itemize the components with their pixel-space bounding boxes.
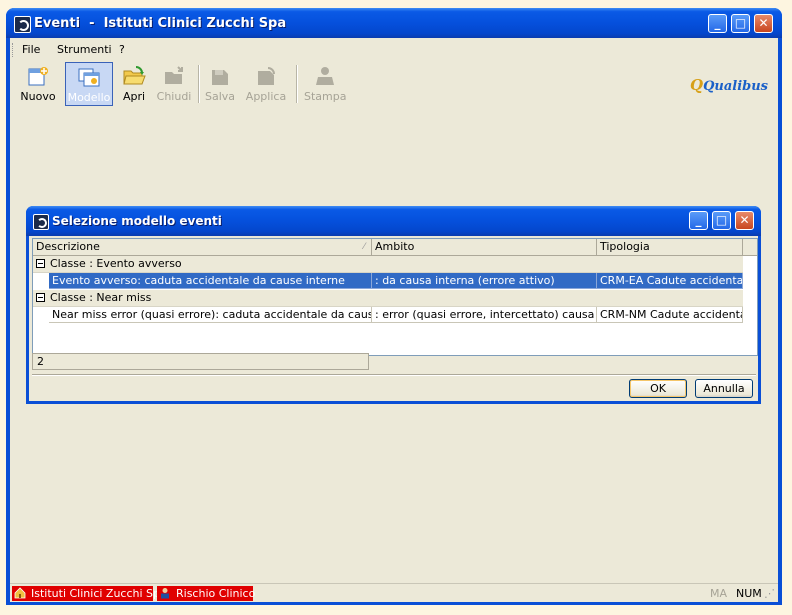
group-label: Classe : Evento avverso bbox=[50, 257, 182, 270]
toolbar-modello-button[interactable]: Modello bbox=[65, 62, 113, 106]
open-folder-icon bbox=[123, 66, 146, 85]
toolbar-applica-button[interactable]: Applica bbox=[244, 62, 288, 106]
app-icon[interactable] bbox=[14, 16, 31, 33]
resize-grip-icon[interactable]: ⋰ bbox=[764, 587, 775, 601]
group-row-evento-avverso[interactable]: Classe : Evento avverso bbox=[33, 256, 743, 273]
toolbar-stampa-label: Stampa bbox=[304, 90, 347, 103]
cell-ambito: : da causa interna (errore attivo) bbox=[372, 273, 597, 289]
close-icon: ✕ bbox=[758, 16, 769, 30]
collapse-icon[interactable] bbox=[36, 293, 45, 302]
window-title: Eventi - Istituti Clinici Zucchi Spa bbox=[34, 16, 287, 31]
user-icon bbox=[161, 588, 169, 599]
toolbar: Nuovo Modello Apri Chiudi Salva Applica … bbox=[10, 62, 778, 108]
dialog-title: Selezione modello eventi bbox=[52, 214, 222, 228]
menu-file[interactable]: File bbox=[22, 43, 40, 56]
dialog-app-icon[interactable] bbox=[33, 214, 49, 230]
save-icon bbox=[212, 70, 228, 85]
qualibus-logo: QQualibus bbox=[689, 76, 768, 94]
cell-tipologia: CRM-NM Cadute accidentali bbox=[597, 307, 743, 323]
toolbar-salva-button[interactable]: Salva bbox=[204, 62, 236, 106]
column-header-descrizione[interactable]: Descrizione ⁄ bbox=[33, 239, 372, 255]
group-row-near-miss[interactable]: Classe : Near miss bbox=[33, 290, 743, 307]
menu-help[interactable]: ? bbox=[119, 43, 125, 56]
minimize-icon: _ bbox=[695, 213, 702, 227]
maximize-button[interactable]: □ bbox=[731, 14, 750, 33]
group-label: Classe : Near miss bbox=[50, 291, 152, 304]
cell-ambito: : error (quasi errore, intercettato) cau… bbox=[372, 307, 597, 323]
table-row[interactable]: Near miss error (quasi errore): caduta a… bbox=[49, 307, 743, 323]
dialog-maximize-button[interactable]: □ bbox=[712, 211, 731, 230]
toolbar-nuovo-label: Nuovo bbox=[20, 90, 56, 103]
dialog-title-bar[interactable]: Selezione modello eventi _ □ ✕ bbox=[26, 206, 761, 236]
minimize-button[interactable]: _ bbox=[708, 14, 727, 33]
cell-tipologia: CRM-EA Cadute accidentali bbox=[597, 273, 743, 289]
main-title-bar[interactable]: Eventi - Istituti Clinici Zucchi Spa _ □… bbox=[6, 8, 782, 38]
template-icon bbox=[78, 68, 100, 87]
toolbar-apri-label: Apri bbox=[122, 90, 146, 103]
toolbar-applica-label: Applica bbox=[245, 90, 287, 103]
toolbar-separator bbox=[198, 65, 200, 103]
column-header-tipologia[interactable]: Tipologia bbox=[597, 239, 743, 255]
status-company: Istituti Clinici Zucchi Spa bbox=[12, 586, 167, 601]
new-document-icon bbox=[28, 67, 48, 86]
events-grid[interactable]: Descrizione ⁄ Ambito Tipologia Classe : E… bbox=[32, 238, 758, 356]
toolbar-salva-label: Salva bbox=[204, 90, 236, 103]
close-folder-icon bbox=[165, 66, 183, 84]
table-row[interactable]: Evento avverso: caduta accidentale da ca… bbox=[49, 273, 743, 289]
cell-descrizione: Evento avverso: caduta accidentale da ca… bbox=[49, 273, 372, 289]
close-icon: ✕ bbox=[739, 213, 750, 227]
close-button[interactable]: ✕ bbox=[754, 14, 773, 33]
toolbar-chiudi-button[interactable]: Chiudi bbox=[156, 62, 192, 106]
minimize-icon: _ bbox=[714, 16, 721, 30]
dialog-minimize-button[interactable]: _ bbox=[689, 211, 708, 230]
apply-icon bbox=[258, 67, 275, 85]
toolbar-separator bbox=[296, 65, 298, 103]
dialog-close-button[interactable]: ✕ bbox=[735, 211, 754, 230]
home-icon bbox=[14, 587, 26, 599]
status-company-text: Istituti Clinici Zucchi Spa bbox=[31, 587, 167, 600]
grid-header: Descrizione ⁄ Ambito Tipologia bbox=[33, 239, 757, 256]
toolbar-modello-label: Modello bbox=[67, 91, 111, 104]
menu-strumenti[interactable]: Strumenti bbox=[57, 43, 112, 56]
sort-icon: ⁄ bbox=[363, 242, 365, 252]
column-header-ambito[interactable]: Ambito bbox=[372, 239, 597, 255]
dialog-divider bbox=[32, 374, 756, 376]
toolbar-chiudi-label: Chiudi bbox=[156, 90, 192, 103]
status-module-text: Rischio Clinico bbox=[176, 587, 256, 600]
annulla-button[interactable]: Annulla bbox=[695, 379, 753, 398]
status-num: NUM bbox=[736, 587, 762, 600]
ok-button[interactable]: OK bbox=[629, 379, 687, 398]
toolbar-stampa-button[interactable]: Stampa bbox=[304, 62, 346, 106]
maximize-icon: □ bbox=[715, 213, 728, 227]
collapse-icon[interactable] bbox=[36, 259, 45, 268]
menu-grip bbox=[12, 43, 16, 57]
selection-dialog: Selezione modello eventi _ □ ✕ Descrizio… bbox=[26, 206, 761, 404]
maximize-icon: □ bbox=[734, 16, 747, 30]
record-count: 2 bbox=[32, 353, 369, 370]
toolbar-apri-button[interactable]: Apri bbox=[118, 62, 150, 106]
status-bar: Istituti Clinici Zucchi Spa Rischio Clin… bbox=[10, 583, 778, 602]
toolbar-nuovo-button[interactable]: Nuovo bbox=[18, 62, 58, 106]
cell-descrizione: Near miss error (quasi errore): caduta a… bbox=[49, 307, 372, 323]
status-module: Rischio Clinico bbox=[157, 586, 256, 601]
menu-bar: File Strumenti ? bbox=[10, 40, 778, 60]
print-icon bbox=[316, 67, 334, 85]
status-ma: MA bbox=[710, 587, 728, 600]
dialog-client-area: Descrizione ⁄ Ambito Tipologia Classe : E… bbox=[29, 236, 758, 401]
